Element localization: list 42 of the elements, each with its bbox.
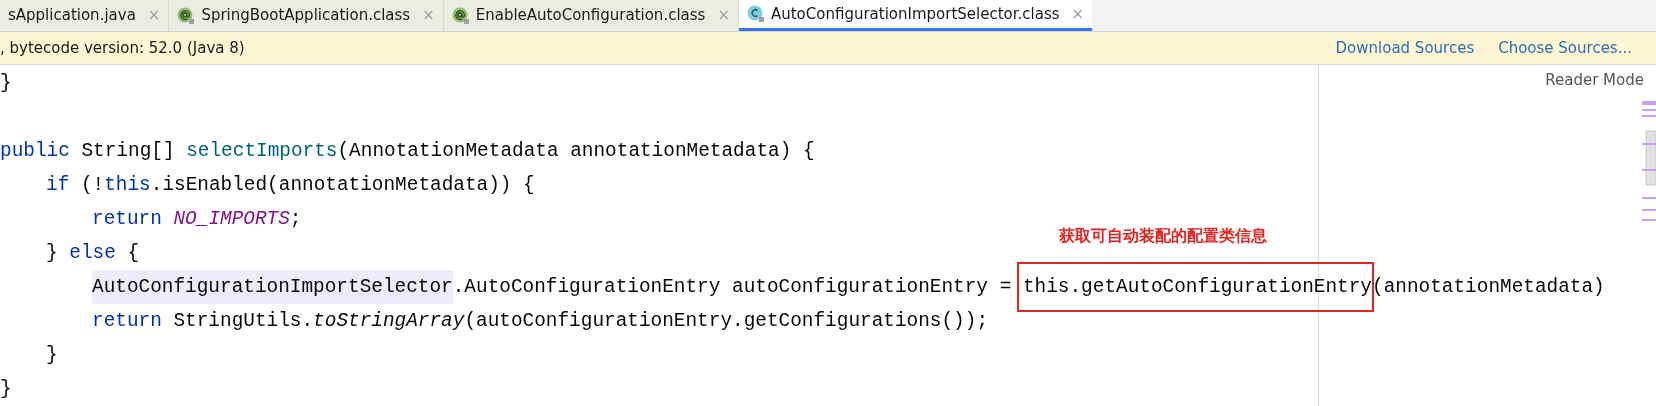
code-token: selectImports [186,139,338,164]
reader-mode-button[interactable]: Reader Mode [1545,69,1644,92]
editor-tab[interactable]: SpringBootApplication.class × [169,0,444,31]
code-token: (annotationMetadata) [1372,275,1605,300]
code-token: { [126,241,140,266]
code-token: (autoConfigurationEntry.getConfigurations()); [464,309,989,334]
code-token: return [92,207,163,232]
code-token: } [0,377,12,402]
code-token: ; [289,207,302,232]
class-icon [746,5,765,23]
code-token: if [46,173,70,198]
editor-tab[interactable]: sApplication.java × [0,0,170,31]
code-token: StringUtils. [172,309,314,334]
code-token: } [46,241,59,266]
code-token: .isEnabled(annotationMetadata)) { [150,173,535,198]
code-token: AutoConfigurationImportSelector [92,270,453,304]
tab-label: sApplication.java [8,5,136,27]
banner-message: , bytecode version: 52.0 (Java 8) [0,37,245,59]
code-token: public [0,139,70,164]
editor-tab[interactable]: EnableAutoConfiguration.class × [443,0,739,31]
code-token: .AutoConfigurationEntry autoConfigurationEntry = [452,275,1013,300]
banner-link[interactable]: Download Sources [1335,36,1475,60]
code-token: this [104,173,151,198]
code-token: this.getAutoConfigurationEntry [1022,276,1372,298]
editor-tab[interactable]: AutoConfigurationImportSelector.class × [738,0,1093,31]
annotation-icon [451,6,470,25]
close-icon[interactable]: × [1071,2,1085,26]
code-token: String[] [80,139,176,164]
banner-link[interactable]: Choose Sources... [1498,36,1632,60]
tab-label: AutoConfigurationImportSelector.class [770,3,1060,25]
tab-label: EnableAutoConfiguration.class [475,5,706,27]
code-token: } [0,71,12,96]
code-token: } [46,343,58,368]
annotation-icon [177,6,196,25]
code-token: (AnnotationMetadata annotationMetadata) { [337,139,815,164]
code-token: NO_IMPORTS [173,207,290,232]
code-token: else [69,241,116,266]
code-token: toStringArray [313,309,465,334]
code-token: (! [79,173,105,198]
code-token: return [92,309,162,334]
annotation-text: 获取可自动装配的配置类信息 [1058,226,1267,246]
tab-label: SpringBootApplication.class [201,5,411,27]
